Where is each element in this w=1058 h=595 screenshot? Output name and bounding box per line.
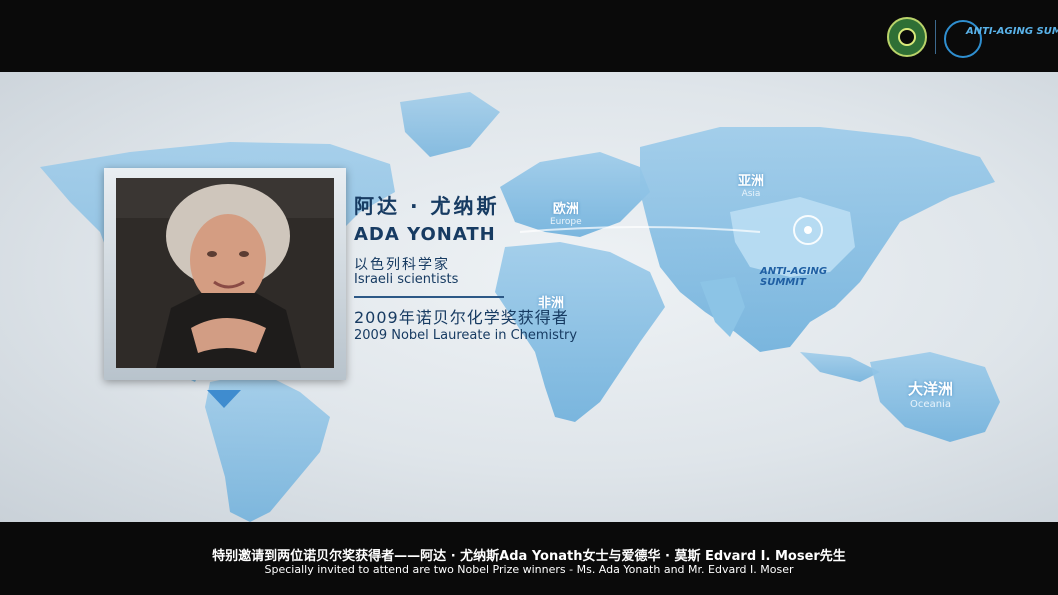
- frame-pointer: [207, 390, 241, 408]
- top-bar: ANTI-AGING SUMMIT: [0, 0, 1058, 72]
- nationality-cn: 以色列科学家: [354, 257, 450, 273]
- region-oceania-en: Oceania: [910, 399, 951, 410]
- seal-logo-icon: [887, 17, 927, 57]
- map-summit-badge: ANTI-AGING SUMMIT: [760, 266, 828, 288]
- region-europe-cn: 欧洲: [552, 202, 579, 217]
- award-en: 2009 Nobel Laureate in Chemistry: [354, 328, 578, 343]
- header-logos: ANTI-AGING SUMMIT: [887, 17, 1058, 58]
- nationality-en: Israeli scientists: [354, 272, 459, 287]
- caption-cn: 特别邀请到两位诺贝尔奖获得者——阿达 · 尤纳斯Ada Yonath女士与爱德华…: [212, 549, 846, 564]
- info-divider: [354, 296, 504, 298]
- portrait-photo: [116, 178, 334, 368]
- region-asia-cn: 亚洲: [738, 174, 765, 189]
- region-asia: 亚洲 Asia: [738, 170, 764, 199]
- region-oceania: 大洋洲 Oceania: [908, 378, 953, 410]
- islands-shape: [800, 352, 880, 382]
- region-europe-en: Europe: [550, 217, 582, 227]
- region-oceania-cn: 大洋洲: [908, 380, 954, 398]
- greenland-shape: [400, 92, 500, 157]
- summit-logo-text: ANTI-AGING SUMMIT: [966, 26, 1058, 37]
- name-cn: 阿达 · 尤纳斯: [354, 194, 500, 218]
- caption-en: Specially invited to attend are two Nobe…: [264, 563, 794, 576]
- award-cn: 2009年诺贝尔化学奖获得者: [354, 308, 569, 327]
- region-europe: 欧洲 Europe: [550, 198, 582, 227]
- region-asia-en: Asia: [741, 189, 761, 199]
- summit-logo: ANTI-AGING SUMMIT: [944, 18, 1058, 58]
- logo-divider: [935, 20, 936, 54]
- name-en: ADA YONATH: [354, 224, 496, 245]
- portrait-image: [116, 178, 334, 368]
- portrait-frame: [104, 168, 346, 380]
